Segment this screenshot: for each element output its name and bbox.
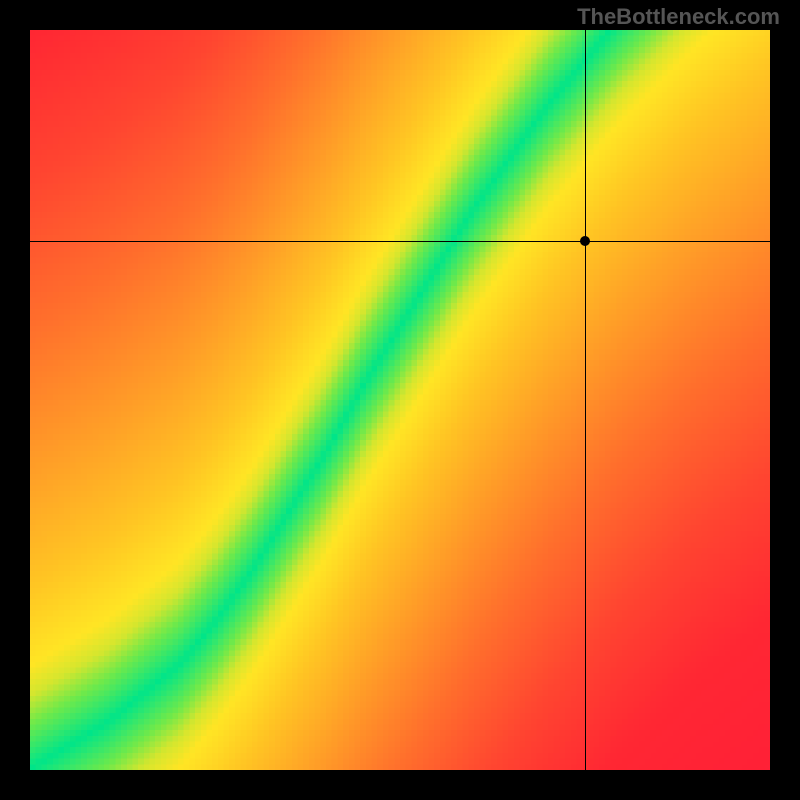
heatmap-plot: [30, 30, 770, 770]
crosshair-vertical: [585, 30, 586, 770]
heatmap-canvas: [30, 30, 770, 770]
marker-dot: [580, 236, 590, 246]
crosshair-horizontal: [30, 241, 770, 242]
watermark-text: TheBottleneck.com: [577, 4, 780, 30]
